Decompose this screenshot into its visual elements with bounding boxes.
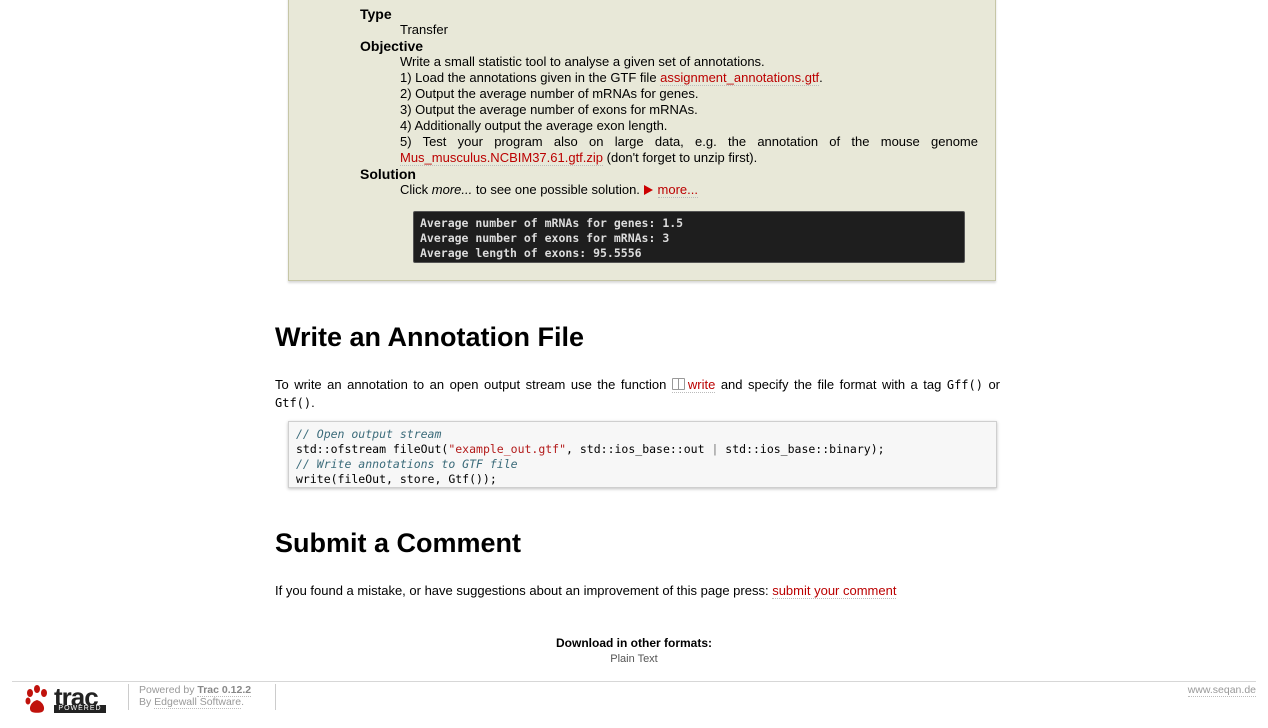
logo-powered-bar: POWERED xyxy=(54,705,106,713)
submit-comment-heading: Submit a Comment xyxy=(275,528,522,558)
type-value: Transfer xyxy=(400,22,448,37)
annotations-file-link[interactable]: assignment_annotations.gtf xyxy=(660,70,820,86)
objective-intro: Write a small statistic tool to analyse … xyxy=(400,54,765,69)
objective-step-2: 2) Output the average number of mRNAs fo… xyxy=(400,86,699,101)
site-link-container: www.seqan.de xyxy=(1187,684,1256,697)
footer-separator xyxy=(275,684,276,710)
objective-step-3: 3) Output the average number of exons fo… xyxy=(400,102,698,117)
solution-text: Click more... to see one possible soluti… xyxy=(400,182,699,198)
site-link[interactable]: www.seqan.de xyxy=(1187,684,1256,697)
more-link[interactable]: more... xyxy=(657,182,699,198)
expand-arrow-icon xyxy=(643,185,653,195)
download-title: Download in other formats: xyxy=(556,636,712,650)
submit-comment-text: If you found a mistake, or have suggesti… xyxy=(275,583,897,599)
book-icon xyxy=(671,378,685,390)
type-label: Type xyxy=(360,6,392,22)
write-annotation-text: To write an annotation to an open output… xyxy=(275,377,1001,410)
objective-step-1: 1) Load the annotations given in the GTF… xyxy=(400,70,823,86)
submit-comment-link[interactable]: submit your comment xyxy=(772,583,897,599)
edgewall-link[interactable]: Edgewall Software xyxy=(154,696,242,709)
assignment-box: Type Transfer Objective Write a small st… xyxy=(288,0,996,281)
download-formats: Plain Text xyxy=(0,653,1268,665)
code-comment: // Open output stream xyxy=(296,427,442,441)
write-function-link[interactable]: write xyxy=(671,377,716,393)
mouse-genome-link[interactable]: Mus_musculus.NCBIM37.61.gtf.zip xyxy=(400,150,604,166)
plain-text-link[interactable]: Plain Text xyxy=(610,653,658,665)
objective-step-5: 5) Test your program also on large data,… xyxy=(400,134,978,149)
objective-step-4: 4) Additionally output the average exon … xyxy=(400,118,668,133)
powered-by: Powered by Trac 0.12.2 By Edgewall Softw… xyxy=(139,684,252,709)
write-annotation-heading: Write an Annotation File xyxy=(275,322,584,352)
code-block: // Open output stream std::ofstream file… xyxy=(288,421,997,488)
trac-logo[interactable]: trac POWERED xyxy=(24,682,108,714)
code-comment: // Write annotations to GTF file xyxy=(296,457,518,471)
objective-label: Objective xyxy=(360,38,424,54)
solution-output: Average number of mRNAs for genes: 1.5 A… xyxy=(413,211,965,263)
footer-divider xyxy=(12,681,1256,682)
gtf-tag: Gtf() xyxy=(275,396,312,410)
gff-tag: Gff() xyxy=(946,378,983,392)
footer-separator xyxy=(128,684,129,710)
more-toggle[interactable]: more... xyxy=(643,182,699,198)
solution-label: Solution xyxy=(360,166,416,182)
objective-step-5-cont: Mus_musculus.NCBIM37.61.gtf.zip (don't f… xyxy=(400,150,758,166)
paw-icon xyxy=(25,685,47,713)
